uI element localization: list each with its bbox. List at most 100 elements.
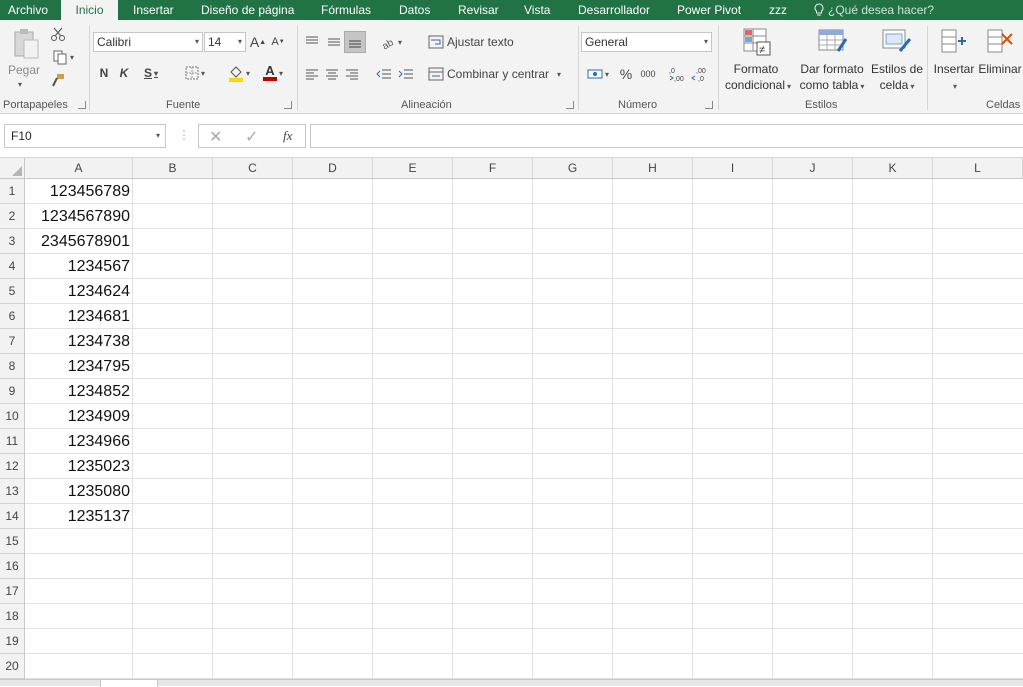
column-header-k[interactable]: K <box>853 158 933 179</box>
tell-me-box[interactable]: ¿Qué desea hacer? <box>814 0 934 20</box>
font-name-select[interactable]: Calibri ▾ <box>93 32 203 52</box>
column-header-g[interactable]: G <box>533 158 613 179</box>
name-box[interactable]: F10 ▾ <box>4 124 166 148</box>
cell-styles-button[interactable] <box>879 24 913 58</box>
select-all-corner[interactable] <box>0 158 25 179</box>
insert-cells-button[interactable] <box>936 24 970 58</box>
font-color-button[interactable]: A ▾ <box>258 63 288 83</box>
column-header-a[interactable]: A <box>25 158 133 179</box>
row-header-18[interactable]: 18 <box>0 604 25 629</box>
percent-button[interactable]: % <box>617 64 635 84</box>
number-format-select[interactable]: General ▾ <box>581 32 712 52</box>
accounting-format-button[interactable]: ▾ <box>583 64 613 84</box>
formula-bar-splitter[interactable]: ⋮ <box>178 128 190 142</box>
increase-indent-button[interactable] <box>396 64 416 84</box>
conditional-format-button[interactable]: ≠ <box>739 24 773 58</box>
font-size-select[interactable]: 14 ▾ <box>204 32 246 52</box>
row-header-5[interactable]: 5 <box>0 279 25 304</box>
increase-decimal-button[interactable]: ,0,00 <box>667 64 687 84</box>
column-header-i[interactable]: I <box>693 158 773 179</box>
column-header-d[interactable]: D <box>293 158 373 179</box>
column-header-b[interactable]: B <box>133 158 213 179</box>
insert-dropdown[interactable]: ▾ <box>932 77 976 95</box>
align-bottom-button[interactable] <box>344 31 366 53</box>
wrap-text-button[interactable]: Ajustar texto <box>428 32 522 52</box>
format-as-table-button[interactable] <box>815 24 849 58</box>
format-painter-button[interactable] <box>48 70 68 90</box>
row-header-7[interactable]: 7 <box>0 329 25 354</box>
cell-a2[interactable]: 1234567890 <box>25 204 133 229</box>
tab-revisar[interactable]: Revisar <box>458 0 499 20</box>
align-center-button[interactable] <box>322 64 342 84</box>
thousands-separator-button[interactable]: 000 <box>637 64 659 84</box>
row-header-4[interactable]: 4 <box>0 254 25 279</box>
row-header-17[interactable]: 17 <box>0 579 25 604</box>
row-header-11[interactable]: 11 <box>0 429 25 454</box>
grow-font-button[interactable]: A ▲ <box>250 33 266 51</box>
align-top-button[interactable] <box>302 32 322 52</box>
confirm-icon[interactable]: ✓ <box>245 127 258 147</box>
tab-inicio[interactable]: Inicio <box>61 0 118 20</box>
cell-a11[interactable]: 1234966 <box>25 429 133 454</box>
cell-a3[interactable]: 2345678901 <box>25 229 133 254</box>
column-header-c[interactable]: C <box>213 158 293 179</box>
row-header-2[interactable]: 2 <box>0 204 25 229</box>
number-launcher-icon[interactable] <box>705 101 713 109</box>
cell-a12[interactable]: 1235023 <box>25 454 133 479</box>
row-header-6[interactable]: 6 <box>0 304 25 329</box>
tab-datos[interactable]: Datos <box>399 0 430 20</box>
row-header-14[interactable]: 14 <box>0 504 25 529</box>
row-header-8[interactable]: 8 <box>0 354 25 379</box>
underline-button[interactable]: S ▾ <box>138 64 164 82</box>
cell-a13[interactable]: 1235080 <box>25 479 133 504</box>
decrease-decimal-icon-button[interactable]: ,00,0 <box>689 64 709 84</box>
insert-function-icon[interactable]: fx <box>283 128 292 144</box>
tab-zzz[interactable]: zzz <box>769 0 787 20</box>
row-header-1[interactable]: 1 <box>0 179 25 204</box>
cell-a8[interactable]: 1234795 <box>25 354 133 379</box>
italic-button[interactable]: K <box>116 64 132 82</box>
row-header-19[interactable]: 19 <box>0 629 25 654</box>
bold-button[interactable]: N <box>96 64 112 82</box>
clipboard-launcher-icon[interactable] <box>78 101 86 109</box>
tab-desarrollador[interactable]: Desarrollador <box>578 0 650 20</box>
formula-input[interactable] <box>310 124 1023 148</box>
cancel-icon[interactable]: ✕ <box>209 127 222 147</box>
row-header-16[interactable]: 16 <box>0 554 25 579</box>
row-header-10[interactable]: 10 <box>0 404 25 429</box>
decrease-indent-button[interactable] <box>374 64 394 84</box>
row-header-3[interactable]: 3 <box>0 229 25 254</box>
cell-a14[interactable]: 1235137 <box>25 504 133 529</box>
row-header-15[interactable]: 15 <box>0 529 25 554</box>
column-header-f[interactable]: F <box>453 158 533 179</box>
cell-a4[interactable]: 1234567 <box>25 254 133 279</box>
orientation-button[interactable]: ab ▾ <box>376 32 406 52</box>
tab-diseno-de-pagina[interactable]: Diseño de página <box>201 0 294 20</box>
paste-button[interactable] <box>6 26 46 64</box>
row-header-9[interactable]: 9 <box>0 379 25 404</box>
cell-a6[interactable]: 1234681 <box>25 304 133 329</box>
align-left-button[interactable] <box>302 64 322 84</box>
row-header-12[interactable]: 12 <box>0 454 25 479</box>
cell-grid[interactable] <box>25 179 1023 679</box>
align-middle-button[interactable] <box>324 32 344 52</box>
fill-color-button[interactable]: ▾ <box>224 63 254 83</box>
shrink-font-button[interactable]: A ▼ <box>270 33 286 51</box>
column-header-e[interactable]: E <box>373 158 453 179</box>
cut-button[interactable] <box>48 24 68 44</box>
delete-cells-button[interactable] <box>982 24 1016 58</box>
tab-vista[interactable]: Vista <box>524 0 550 20</box>
cell-a10[interactable]: 1234909 <box>25 404 133 429</box>
column-header-l[interactable]: L <box>933 158 1023 179</box>
column-header-h[interactable]: H <box>613 158 693 179</box>
column-header-j[interactable]: J <box>773 158 853 179</box>
align-right-button[interactable] <box>342 64 362 84</box>
tab-formulas[interactable]: Fórmulas <box>321 0 371 20</box>
row-header-20[interactable]: 20 <box>0 654 25 679</box>
merge-center-button[interactable]: Combinar y centrar ▾ <box>428 64 570 84</box>
paste-dropdown[interactable]: ▾ <box>12 80 26 89</box>
tab-insertar[interactable]: Insertar <box>133 0 174 20</box>
cell-a7[interactable]: 1234738 <box>25 329 133 354</box>
tab-archivo[interactable]: Archivo <box>8 0 48 20</box>
alignment-launcher-icon[interactable] <box>566 101 574 109</box>
